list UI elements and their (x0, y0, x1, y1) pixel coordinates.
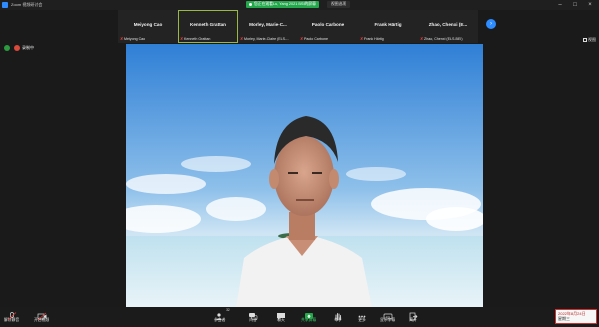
participant-name: Paolo Carbone (311, 22, 345, 27)
participant-tile[interactable]: Paolo Carbone ✘ Paolo Carbone (298, 10, 358, 43)
mic-muted-icon: ✘ (240, 36, 244, 41)
window-title: Zoom 视频研讨会 (11, 2, 43, 7)
participant-tile[interactable]: Frank Härtig ✘ Frank Härtig (358, 10, 418, 43)
recording-indicator-icon (4, 45, 10, 51)
participant-tile[interactable]: Kenneth Grattan ✘ Kenneth Grattan (178, 10, 238, 43)
speaker-video (126, 44, 483, 308)
participants-count: 32 (226, 308, 230, 312)
participant-label: ✘ Meiyong Cao (120, 36, 175, 41)
participant-label-text: Kenneth Grattan (184, 36, 211, 41)
participant-name: Zhao, Chenxi (E... (428, 22, 468, 27)
share-status-dot-icon (249, 3, 252, 6)
more-button[interactable]: 更多 (357, 308, 367, 323)
recording-label: 录制中 (22, 45, 34, 50)
share-screen-icon (304, 308, 314, 319)
participant-tile[interactable]: Zhao, Chenxi (E... ✘ Zhao, Chenxi (ELS-B… (418, 10, 478, 43)
participant-label: ✘ Zhao, Chenxi (ELS-BEI) (420, 36, 475, 41)
view-options-button[interactable]: 视图选项 (327, 1, 351, 8)
qa-icon (248, 308, 258, 320)
participant-label-text: Paolo Carbone (304, 36, 328, 41)
participant-label-text: Morley, Marie-Claire (ELS-... (244, 36, 290, 41)
view-button-label: 视图 (588, 37, 596, 42)
date-stamp: 2022年8月24日 星期三 (555, 309, 597, 324)
unmute-button[interactable]: 解除静音 (4, 308, 19, 323)
mic-muted-icon: ✘ (120, 36, 124, 41)
participant-label-text: Frank Härtig (364, 36, 384, 41)
weekday-text: 星期三 (558, 316, 570, 321)
maximize-button[interactable]: □ (568, 0, 582, 10)
video-camera-off-icon (37, 308, 47, 321)
more-dots-icon (357, 308, 367, 318)
svg-text:CC: CC (385, 315, 390, 319)
view-options-label: 视图选项 (331, 2, 347, 6)
participant-label: ✘ Paolo Carbone (300, 36, 355, 41)
zoom-app-icon (2, 2, 8, 8)
start-video-button[interactable]: 开启视频 (34, 308, 49, 323)
participant-label-text: Zhao, Chenxi (ELS-BEI) (424, 36, 463, 41)
participants-icon: 32 (215, 308, 230, 320)
participants-button[interactable]: 32 参会者 (214, 308, 230, 323)
chat-bubble-icon (276, 308, 286, 320)
share-screen-button[interactable]: 共享屏幕 (301, 308, 316, 323)
chevron-right-icon: › (490, 21, 492, 27)
zoom-window: Zoom 视频研讨会 您正在观看Lu, Yang 2021 BSI的屏幕 视图选… (0, 0, 599, 327)
participant-label: ✘ Frank Härtig (360, 36, 415, 41)
raise-hand-button[interactable]: 举手 (333, 308, 343, 323)
mic-muted-icon: ✘ (300, 36, 304, 41)
record-dot-icon (14, 45, 20, 51)
close-button[interactable]: × (583, 0, 597, 10)
participant-name: Kenneth Grattan (190, 22, 226, 27)
cc-captions-icon: CC (383, 308, 393, 320)
participant-tile[interactable]: Morley, Marie-C... ✘ Morley, Marie-Clair… (238, 10, 298, 43)
leave-button[interactable]: 离开 (408, 308, 418, 323)
mic-muted-icon: ✘ (360, 36, 364, 41)
minimize-button[interactable]: – (553, 0, 567, 10)
next-page-button[interactable]: › (486, 19, 496, 29)
view-button[interactable]: 视图 (583, 37, 596, 43)
meeting-toolbar: 解除静音 开启视频 32 参会者 问答 聊天 (0, 307, 599, 327)
participant-label: ✘ Kenneth Grattan (180, 36, 235, 41)
participant-tile[interactable]: Meiyong Cao ✘ Meiyong Cao (118, 10, 178, 43)
chat-button[interactable]: 聊天 (276, 308, 286, 323)
raise-hand-icon (333, 308, 343, 321)
participant-label-text: Meiyong Cao (124, 36, 146, 41)
speaker-video-image (126, 44, 483, 308)
leave-door-icon (408, 308, 418, 321)
microphone-muted-icon (7, 308, 17, 321)
participant-name: Meiyong Cao (133, 22, 163, 27)
recording-badge[interactable]: 录制中 (14, 45, 34, 51)
participant-label: ✘ Morley, Marie-Claire (ELS-... (240, 36, 295, 41)
captions-button[interactable]: CC 显示字幕 (380, 308, 395, 323)
qa-button[interactable]: 问答 (248, 308, 258, 323)
participant-name: Morley, Marie-C... (249, 22, 287, 27)
mic-muted-icon: ✘ (180, 36, 184, 41)
share-banner-text: 您正在观看Lu, Yang 2021 BSI的屏幕 (254, 2, 316, 6)
grid-view-icon (583, 38, 587, 42)
screen-share-banner[interactable]: 您正在观看Lu, Yang 2021 BSI的屏幕 (246, 1, 319, 8)
participant-name: Frank Härtig (374, 22, 402, 27)
mic-muted-icon: ✘ (420, 36, 424, 41)
recording-status (4, 45, 10, 51)
